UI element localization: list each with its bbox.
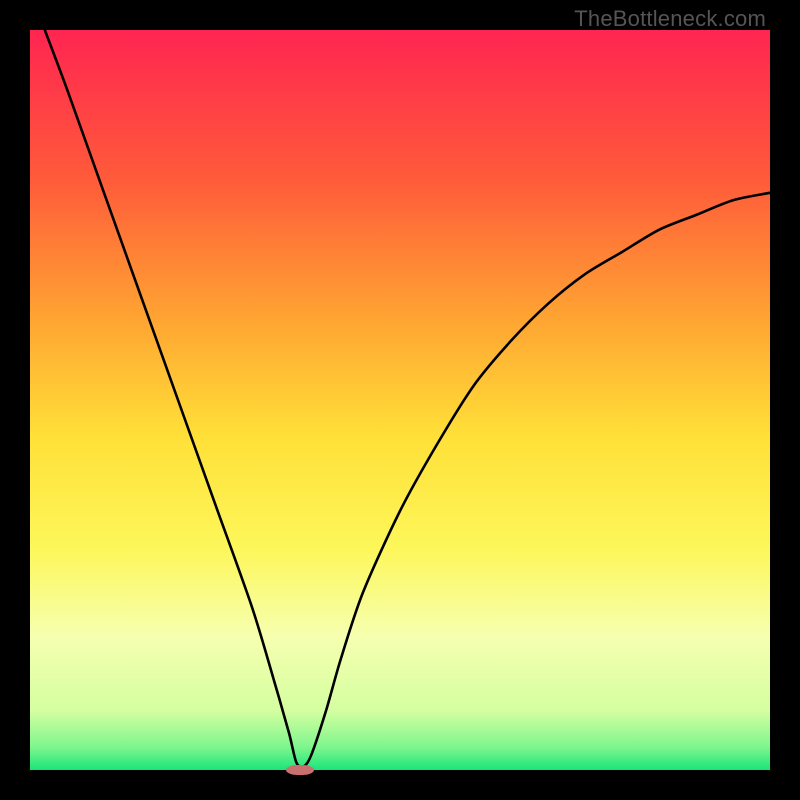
chart-container: TheBottleneck.com bbox=[0, 0, 800, 800]
plot-area bbox=[30, 30, 770, 770]
bottleneck-curve bbox=[45, 30, 770, 767]
curve-layer bbox=[30, 30, 770, 770]
minimum-marker bbox=[286, 765, 314, 775]
watermark-text: TheBottleneck.com bbox=[574, 6, 766, 32]
